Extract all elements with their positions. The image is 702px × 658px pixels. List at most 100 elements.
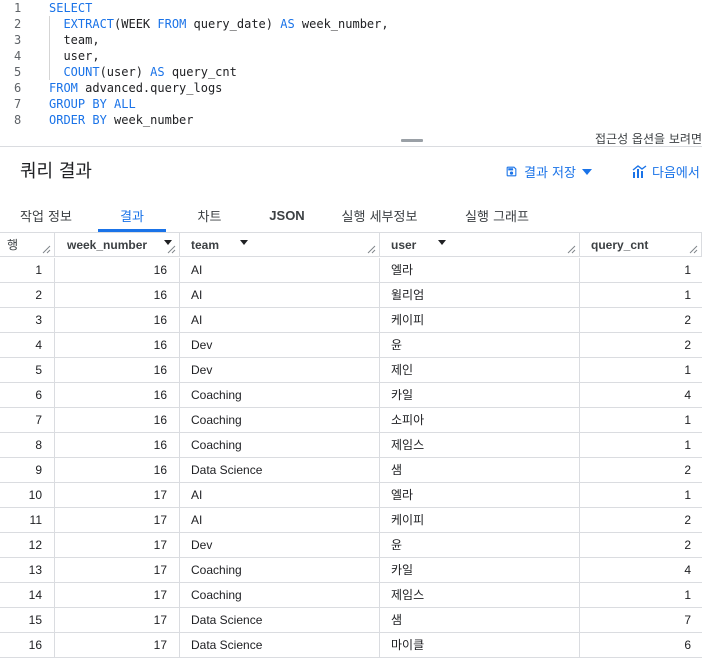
row-number-cell: 16 (0, 633, 55, 657)
code-line[interactable]: 3 team, (0, 32, 702, 48)
sql-keyword: AS (280, 17, 295, 31)
column-resize-icon[interactable] (367, 245, 376, 254)
week-number-cell: 17 (55, 558, 180, 582)
sort-arrow-icon[interactable] (240, 240, 248, 245)
table-row[interactable]: 16 17 Data Science 마이클 6 (0, 633, 702, 658)
chart-icon (632, 165, 647, 178)
arrow-drop-down-icon (581, 168, 592, 175)
code-line[interactable]: 5 COUNT(user) AS query_cnt (0, 64, 702, 80)
table-row[interactable]: 1 16 AI 엘라 1 (0, 258, 702, 283)
column-resize-icon[interactable] (689, 245, 698, 254)
sql-keyword: EXTRACT (63, 17, 115, 31)
query-cnt-cell: 7 (684, 613, 691, 627)
row-number-cell: 6 (0, 383, 55, 407)
column-label: user (391, 238, 417, 252)
splitter-handle[interactable] (401, 139, 423, 142)
save-results-button[interactable]: 결과 저장 (505, 162, 592, 181)
tab-5[interactable]: 실행 그래프 (438, 199, 556, 231)
line-number: 5 (14, 65, 22, 79)
sql-token: user, (49, 49, 100, 63)
row-number-header[interactable]: 행 (0, 233, 55, 257)
results-tabs: 작업 정보 결과 차트 JSON 실행 세부정보 실행 그래프 (0, 199, 702, 231)
query-cnt-cell: 1 (684, 263, 691, 277)
sql-token: team, (49, 33, 100, 47)
code-line[interactable]: 2 EXTRACT(WEEK FROM query_date) AS week_… (0, 16, 702, 32)
tab-3[interactable]: JSON (253, 199, 321, 231)
tab-2[interactable]: 차트 (166, 199, 253, 231)
row-number-cell: 2 (0, 283, 55, 307)
week-number-header[interactable]: week_number (55, 233, 180, 257)
tab-1[interactable]: 결과 (98, 199, 166, 231)
save-results-label: 결과 저장 (524, 166, 576, 181)
table-row[interactable]: 15 17 Data Science 샘 7 (0, 608, 702, 633)
query-cnt-header[interactable]: query_cnt (580, 233, 702, 257)
tab-4[interactable]: 실행 세부정보 (321, 199, 438, 231)
table-row[interactable]: 3 16 AI 케이피 2 (0, 308, 702, 333)
accessibility-hint: 접근성 옵션을 보려면 (595, 132, 702, 146)
query-cnt-cell: 1 (684, 363, 691, 377)
sql-keyword: AS (150, 65, 165, 79)
code-line[interactable]: 8 ORDER BY week_number (0, 112, 702, 128)
row-number-cell: 9 (0, 458, 55, 482)
query-cnt-cell: 1 (684, 488, 691, 502)
table-row[interactable]: 11 17 AI 케이피 2 (0, 508, 702, 533)
query-cnt-cell: 4 (684, 388, 691, 402)
line-number: 3 (14, 33, 22, 47)
table-row[interactable]: 9 16 Data Science 샘 2 (0, 458, 702, 483)
team-header[interactable]: team (180, 233, 380, 257)
column-resize-icon[interactable] (167, 245, 176, 254)
table-row[interactable]: 2 16 AI 윌리엄 1 (0, 283, 702, 308)
user-cell: 제임스 (380, 583, 580, 607)
explore-data-button[interactable]: 다음에서 (632, 162, 700, 181)
table-row[interactable]: 8 16 Coaching 제임스 1 (0, 433, 702, 458)
table-row[interactable]: 12 17 Dev 윤 2 (0, 533, 702, 558)
code-line[interactable]: 7 GROUP BY ALL (0, 96, 702, 112)
team-cell: Dev (180, 533, 380, 557)
column-label: 행 (7, 238, 19, 252)
sort-arrow-icon[interactable] (438, 240, 446, 245)
sql-token: (user) (99, 65, 151, 79)
table-row[interactable]: 5 16 Dev 제인 1 (0, 358, 702, 383)
query-cnt-cell: 1 (684, 588, 691, 602)
week-number-cell: 16 (55, 458, 180, 482)
week-number-cell: 16 (55, 433, 180, 457)
query-cnt-cell: 1 (684, 288, 691, 302)
sql-keyword: COUNT (63, 65, 100, 79)
code-line[interactable]: 4 user, (0, 48, 702, 64)
user-cell: 엘라 (380, 258, 580, 282)
query-cnt-cell: 1 (684, 438, 691, 452)
week-number-cell: 16 (55, 383, 180, 407)
table-row[interactable]: 7 16 Coaching 소피아 1 (0, 408, 702, 433)
query-cnt-cell: 2 (684, 513, 691, 527)
team-cell: Coaching (180, 583, 380, 607)
code-line[interactable]: 1 SELECT (0, 0, 702, 16)
row-number-cell: 12 (0, 533, 55, 557)
user-header[interactable]: user (380, 233, 580, 257)
team-cell: AI (180, 308, 380, 332)
user-cell: 케이피 (380, 308, 580, 332)
user-cell: 샘 (380, 608, 580, 632)
user-cell: 샘 (380, 458, 580, 482)
sql-editor[interactable]: 1 SELECT 2 EXTRACT(WEEK FROM query_date) A… (0, 0, 702, 132)
column-label: week_number (67, 238, 148, 252)
row-number-cell: 7 (0, 408, 55, 432)
table-row[interactable]: 10 17 AI 엘라 1 (0, 483, 702, 508)
sql-keyword: GROUP BY ALL (49, 97, 136, 111)
column-resize-icon[interactable] (567, 245, 576, 254)
column-resize-icon[interactable] (42, 245, 51, 254)
week-number-cell: 17 (55, 608, 180, 632)
table-row[interactable]: 6 16 Coaching 카일 4 (0, 383, 702, 408)
table-row[interactable]: 4 16 Dev 윤 2 (0, 333, 702, 358)
query-cnt-cell: 6 (684, 638, 691, 652)
table-row[interactable]: 13 17 Coaching 카일 4 (0, 558, 702, 583)
team-cell: AI (180, 258, 380, 282)
column-label: query_cnt (591, 238, 649, 252)
row-number-cell: 11 (0, 508, 55, 532)
results-title: 쿼리 결과 (20, 161, 92, 182)
table-row[interactable]: 14 17 Coaching 제임스 1 (0, 583, 702, 608)
tab-0[interactable]: 작업 정보 (0, 199, 92, 231)
sql-token: query_date) (186, 17, 281, 31)
sql-token: advanced.query_logs (77, 81, 223, 95)
code-line[interactable]: 6 FROM advanced.query_logs (0, 80, 702, 96)
